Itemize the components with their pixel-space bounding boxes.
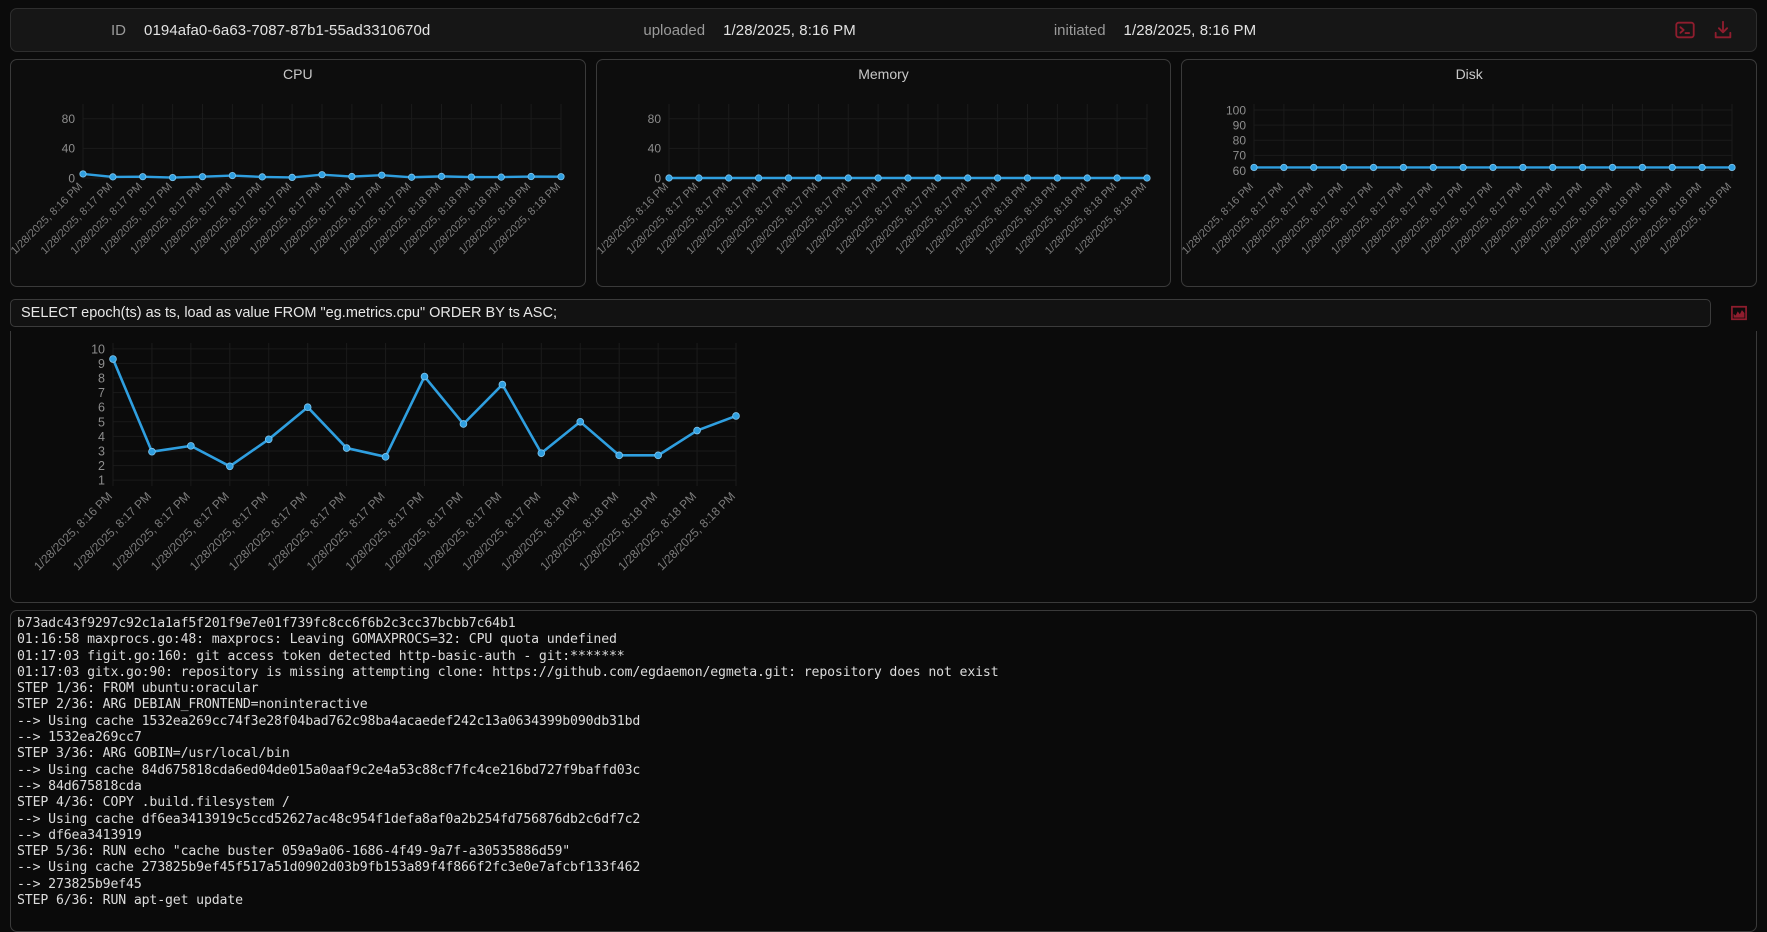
svg-text:1: 1 (98, 474, 105, 488)
disk-chart: 60 70 80 90 100 1/28/2025, 8:16 PM 1/28/2025, … (1182, 60, 1756, 286)
svg-text:40: 40 (647, 142, 661, 156)
run-id-group: ID 0194afa0-6a63-7087-87b1-55ad3310670d (111, 22, 430, 39)
svg-text:60: 60 (1233, 164, 1247, 178)
metrics-row: CPU 0 40 80 1/28/2025, 8:16 PM 1/28/2025, 8:… (10, 59, 1758, 287)
download-icon (1714, 20, 1732, 39)
svg-text:4: 4 (98, 430, 105, 444)
sql-query-input[interactable] (10, 299, 1711, 327)
run-id-value: 0194afa0-6a63-7087-87b1-55ad3310670d (144, 21, 431, 39)
svg-text:2: 2 (98, 459, 105, 473)
run-header: ID 0194afa0-6a63-7087-87b1-55ad3310670d … (10, 8, 1757, 52)
svg-text:5: 5 (98, 415, 105, 429)
svg-text:10: 10 (91, 342, 105, 356)
svg-text:40: 40 (62, 142, 76, 156)
svg-text:6: 6 (98, 401, 105, 415)
run-id-label: ID (111, 21, 126, 39)
app-root: ID 0194afa0-6a63-7087-87b1-55ad3310670d … (0, 0, 1767, 932)
initiated-value: 1/28/2025, 8:16 PM (1123, 21, 1257, 39)
download-button[interactable] (1712, 19, 1734, 41)
disk-panel: Disk 60 70 80 90 100 1/28/2025, 8:16 PM 1/28/2… (1181, 59, 1758, 287)
uploaded-group: uploaded 1/28/2025, 8:16 PM (643, 22, 855, 39)
query-result-panel: 1 2 3 4 5 6 7 8 9 10 1/28/2025, 8:16 PM 1/28/2025, … (10, 331, 1757, 603)
bar-chart-icon (1731, 305, 1747, 321)
query-row (10, 294, 1757, 332)
uploaded-label: uploaded (643, 21, 706, 39)
initiated-group: initiated 1/28/2025, 8:16 PM (1054, 22, 1256, 39)
svg-text:7: 7 (98, 386, 105, 400)
svg-text:90: 90 (1233, 118, 1247, 132)
svg-text:100: 100 (1226, 103, 1246, 117)
svg-text:9: 9 (98, 357, 105, 371)
cpu-chart: 0 40 80 1/28/2025, 8:16 PM 1/28/2025, 8:17 P… (11, 60, 585, 286)
initiated-label: initiated (1053, 21, 1106, 39)
svg-text:80: 80 (647, 112, 661, 126)
svg-text:80: 80 (62, 112, 76, 126)
build-log-panel[interactable]: b73adc43f9297c92c1a1af5f201f9e7e01f739fc… (10, 610, 1757, 932)
svg-text:80: 80 (1233, 134, 1247, 148)
cpu-panel: CPU 0 40 80 1/28/2025, 8:16 PM 1/28/2025, 8:… (10, 59, 586, 287)
svg-text:70: 70 (1233, 149, 1247, 163)
uploaded-value: 1/28/2025, 8:16 PM (723, 21, 856, 39)
run-chart-button[interactable] (1721, 303, 1757, 323)
terminal-button[interactable] (1674, 19, 1696, 41)
svg-text:3: 3 (98, 444, 105, 458)
header-actions (1674, 19, 1740, 41)
terminal-icon (1675, 21, 1695, 39)
svg-text:8: 8 (98, 372, 105, 386)
query-result-chart: 1 2 3 4 5 6 7 8 9 10 1/28/2025, 8:16 PM 1/28/2025, … (11, 331, 1756, 602)
build-log-text: b73adc43f9297c92c1a1af5f201f9e7e01f739fc… (17, 616, 999, 909)
memory-chart: 0 40 80 1/28/2025, 8:16 PM 1/28/2025, 8:17 P… (597, 60, 1171, 286)
memory-panel: Memory 0 40 80 1/28/2025, 8:16 PM 1/28/2025,… (595, 59, 1172, 287)
